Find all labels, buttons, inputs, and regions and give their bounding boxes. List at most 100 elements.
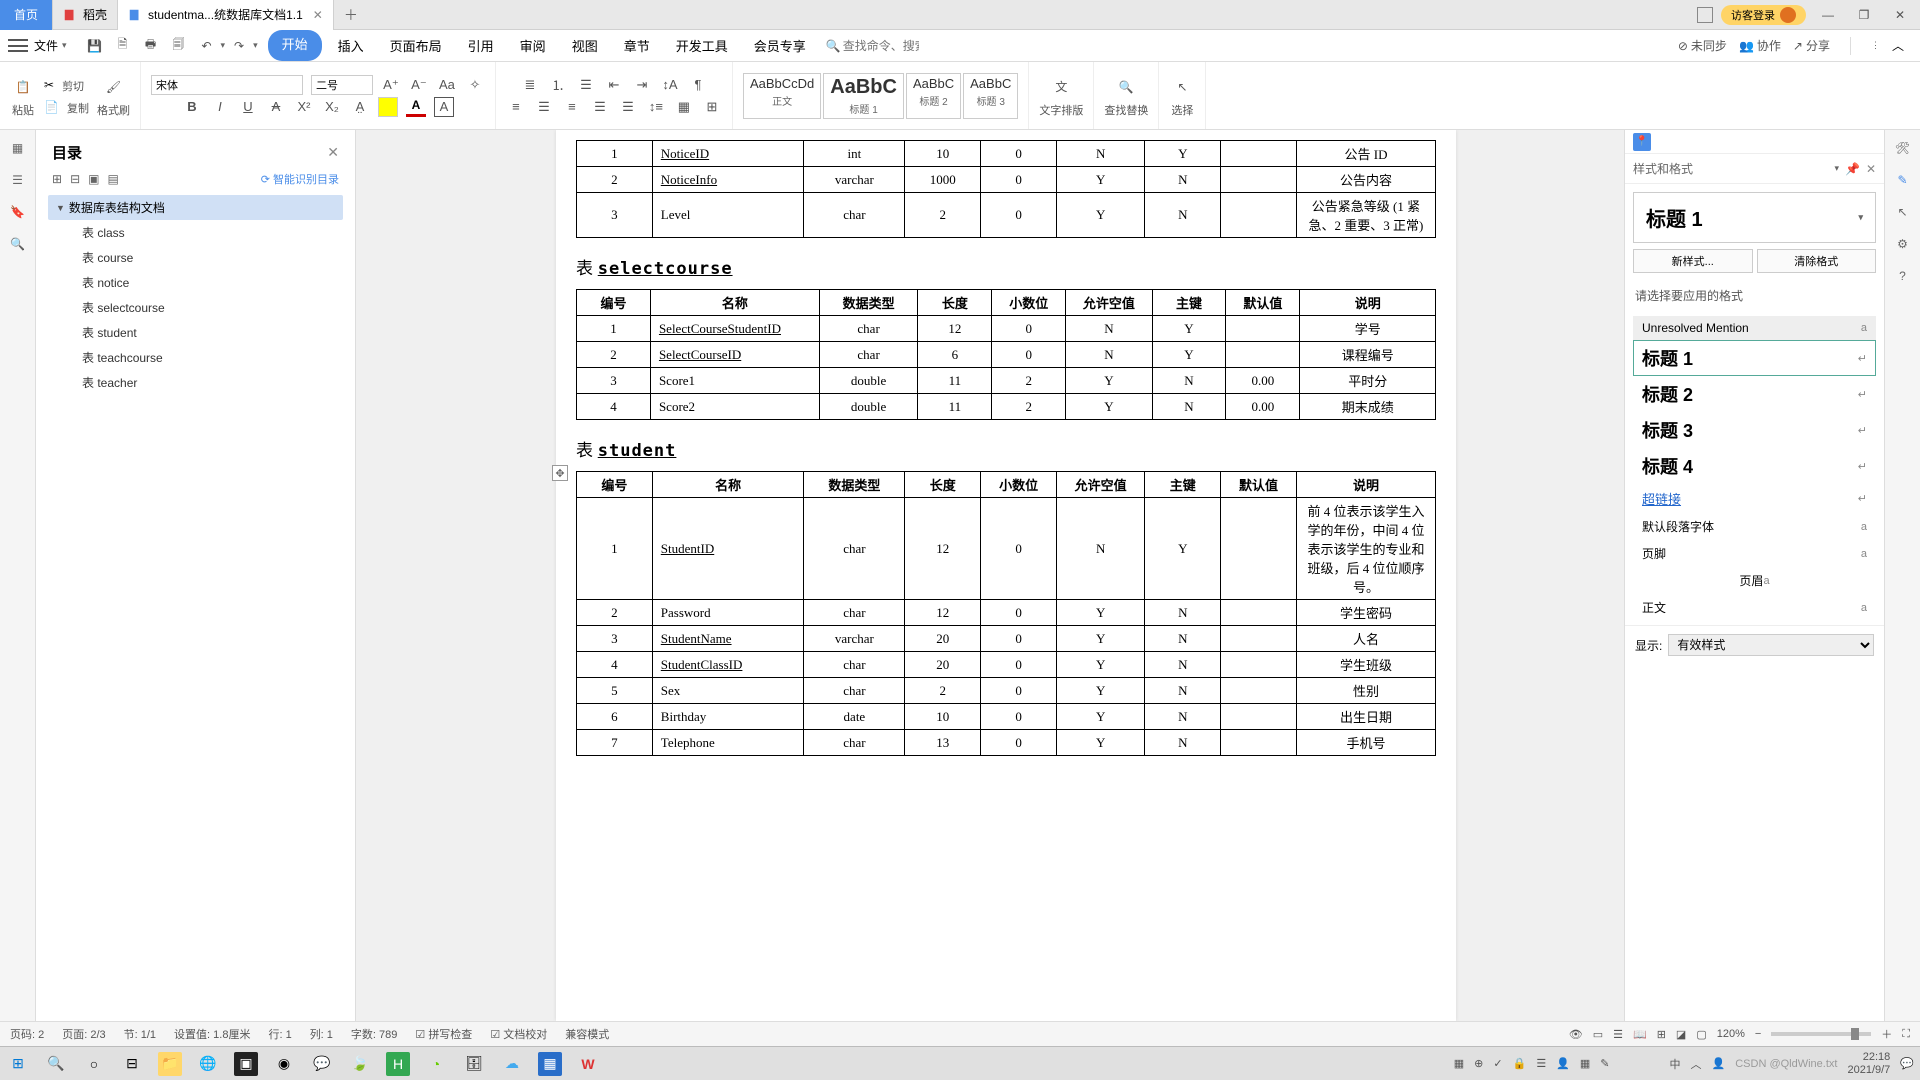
document-area[interactable]: 1NoticeIDint100NY公告 ID2NoticeInfovarchar… xyxy=(356,130,1624,1021)
close-button[interactable]: ✕ xyxy=(1886,4,1914,26)
cut-button[interactable]: ✂剪切 xyxy=(44,76,89,94)
tab-references[interactable]: 引用 xyxy=(458,30,504,61)
tab-layout[interactable]: 页面布局 xyxy=(380,30,452,61)
strike-button[interactable]: A xyxy=(266,97,286,117)
view-page-icon[interactable]: ▭ xyxy=(1593,1028,1603,1041)
tab-insert[interactable]: 插入 xyxy=(328,30,374,61)
tray-icon[interactable]: 🔒 xyxy=(1513,1057,1527,1070)
tray-icon[interactable]: ▦ xyxy=(1580,1057,1590,1070)
hamburger-icon[interactable] xyxy=(8,36,28,56)
app-icon-6[interactable]: ☁ xyxy=(500,1052,524,1076)
level-down-icon[interactable]: ▤ xyxy=(107,172,118,186)
tray-icon[interactable]: ✎ xyxy=(1600,1057,1609,1070)
style-list-item[interactable]: 标题 4↵ xyxy=(1633,448,1876,484)
print-preview-icon[interactable]: 🗎 xyxy=(114,37,132,55)
close-icon[interactable]: ✕ xyxy=(327,144,339,161)
add-tab-button[interactable]: ＋ xyxy=(334,5,368,25)
tab-section[interactable]: 章节 xyxy=(614,30,660,61)
tab-developer[interactable]: 开发工具 xyxy=(666,30,738,61)
numbering-icon[interactable]: ⒈ xyxy=(548,75,568,95)
align-right-icon[interactable]: ≡ xyxy=(562,97,582,117)
char-border-button[interactable]: A xyxy=(434,97,454,117)
redo-icon[interactable]: ↷ xyxy=(230,37,248,55)
eye-icon[interactable]: 👁 xyxy=(1569,1028,1583,1041)
show-marks-icon[interactable]: ¶ xyxy=(688,75,708,95)
align-left-icon[interactable]: ≡ xyxy=(506,97,526,117)
tray-icon[interactable]: ⊕ xyxy=(1474,1057,1483,1070)
level-up-icon[interactable]: ▣ xyxy=(88,172,99,186)
tab-member[interactable]: 会员专享 xyxy=(744,30,816,61)
clock[interactable]: 22:182021/9/7 xyxy=(1847,1051,1890,1075)
tray-icon[interactable]: 👤 xyxy=(1556,1057,1570,1070)
style-list-item[interactable]: Unresolved Mentiona xyxy=(1633,316,1876,340)
status-pagenum[interactable]: 页码: 2 xyxy=(10,1026,44,1042)
style-list-item[interactable]: 页脚a xyxy=(1633,540,1876,567)
tab-start[interactable]: 开始 xyxy=(268,30,322,61)
borders-icon[interactable]: ⊞ xyxy=(702,97,722,117)
format-painter-icon[interactable]: 🖌 xyxy=(100,74,126,100)
tab-home[interactable]: 首页 xyxy=(0,0,53,30)
style-h2[interactable]: AaBbC 标题 2 xyxy=(906,73,961,119)
command-search[interactable]: 🔍 xyxy=(826,37,921,55)
subscript-button[interactable]: X₂ xyxy=(322,97,342,117)
coop-button[interactable]: 👥协作 xyxy=(1739,37,1781,54)
zoom-minus[interactable]: − xyxy=(1755,1028,1761,1040)
chevron-down-icon[interactable]: ▾ xyxy=(62,40,67,51)
change-case-icon[interactable]: Aa xyxy=(437,75,457,95)
app-icon-3[interactable]: H xyxy=(386,1052,410,1076)
print-icon[interactable]: 🖶 xyxy=(142,37,160,55)
minimize-button[interactable]: — xyxy=(1814,4,1842,26)
new-style-button[interactable]: 新样式... xyxy=(1633,249,1753,273)
zoom-slider[interactable] xyxy=(1771,1032,1871,1036)
indent-icon[interactable]: ⇥ xyxy=(632,75,652,95)
undo-icon[interactable]: ↶ xyxy=(198,37,216,55)
chrome-icon[interactable]: ◉ xyxy=(272,1052,296,1076)
pin-icon[interactable]: 📍 xyxy=(1633,133,1651,151)
pane-close-icon[interactable]: ✕ xyxy=(1866,162,1876,176)
nav-root[interactable]: 数据库表结构文档 xyxy=(48,195,343,220)
help-icon[interactable]: ? xyxy=(1893,266,1913,286)
tray-people-icon[interactable]: 👤 xyxy=(1712,1057,1726,1070)
status-page[interactable]: 页面: 2/3 xyxy=(62,1026,105,1042)
outdent-icon[interactable]: ⇤ xyxy=(604,75,624,95)
nav-child[interactable]: 表 student xyxy=(48,320,343,345)
tab-doc-active[interactable]: studentma...统数据库文档1.1 ✕ xyxy=(118,0,334,30)
close-icon[interactable]: ✕ xyxy=(313,8,323,22)
style-list-item[interactable]: 页眉a xyxy=(1633,567,1876,594)
view-focus-icon[interactable]: ◪ xyxy=(1676,1028,1686,1041)
outline-icon[interactable]: ☰ xyxy=(8,170,28,190)
search-taskbar-icon[interactable]: 🔍 xyxy=(44,1052,68,1076)
multilevel-icon[interactable]: ☰ xyxy=(576,75,596,95)
show-select[interactable]: 有效样式 xyxy=(1668,634,1874,656)
chevron-down-icon[interactable]: ▾ xyxy=(253,40,258,51)
app-icon-2[interactable]: 🍃 xyxy=(348,1052,372,1076)
align-center-icon[interactable]: ☰ xyxy=(534,97,554,117)
tab-view[interactable]: 视图 xyxy=(562,30,608,61)
clear-format-button[interactable]: 清除格式 xyxy=(1757,249,1877,273)
copy-button[interactable]: 📄复制 xyxy=(44,98,89,116)
tray-icon[interactable]: ▦ xyxy=(1454,1057,1464,1070)
style-list-item[interactable]: 默认段落字体a xyxy=(1633,513,1876,540)
font-select[interactable] xyxy=(151,75,303,95)
font-color-button[interactable]: A xyxy=(406,97,426,117)
style-list-item[interactable]: 标题 1↵ xyxy=(1633,340,1876,376)
tray-ime-icon[interactable]: 中 xyxy=(1670,1056,1681,1072)
grow-font-icon[interactable]: A⁺ xyxy=(381,75,401,95)
save-icon[interactable]: 💾 xyxy=(86,37,104,55)
style-list-item[interactable]: 正文a xyxy=(1633,594,1876,621)
tab-review[interactable]: 审阅 xyxy=(510,30,556,61)
nav-child[interactable]: 表 teacher xyxy=(48,370,343,395)
search-input[interactable] xyxy=(841,37,921,55)
clear-format-icon[interactable]: ✧ xyxy=(465,75,485,95)
align-justify-icon[interactable]: ☰ xyxy=(590,97,610,117)
pane-pin-icon[interactable]: 📌 xyxy=(1845,162,1860,176)
search-pane-icon[interactable]: 🔍 xyxy=(8,234,28,254)
thumbnail-icon[interactable]: ▦ xyxy=(8,138,28,158)
collapse-ribbon-icon[interactable]: ︿ xyxy=(1892,37,1904,54)
styles-icon[interactable]: ✎ xyxy=(1893,170,1913,190)
guest-login-button[interactable]: 访客登录 xyxy=(1721,5,1806,25)
style-h3[interactable]: AaBbC 标题 3 xyxy=(963,73,1018,119)
app-icon-1[interactable]: ▣ xyxy=(234,1052,258,1076)
bullets-icon[interactable]: ≣ xyxy=(520,75,540,95)
select-icon[interactable]: ↖ xyxy=(1893,202,1913,222)
